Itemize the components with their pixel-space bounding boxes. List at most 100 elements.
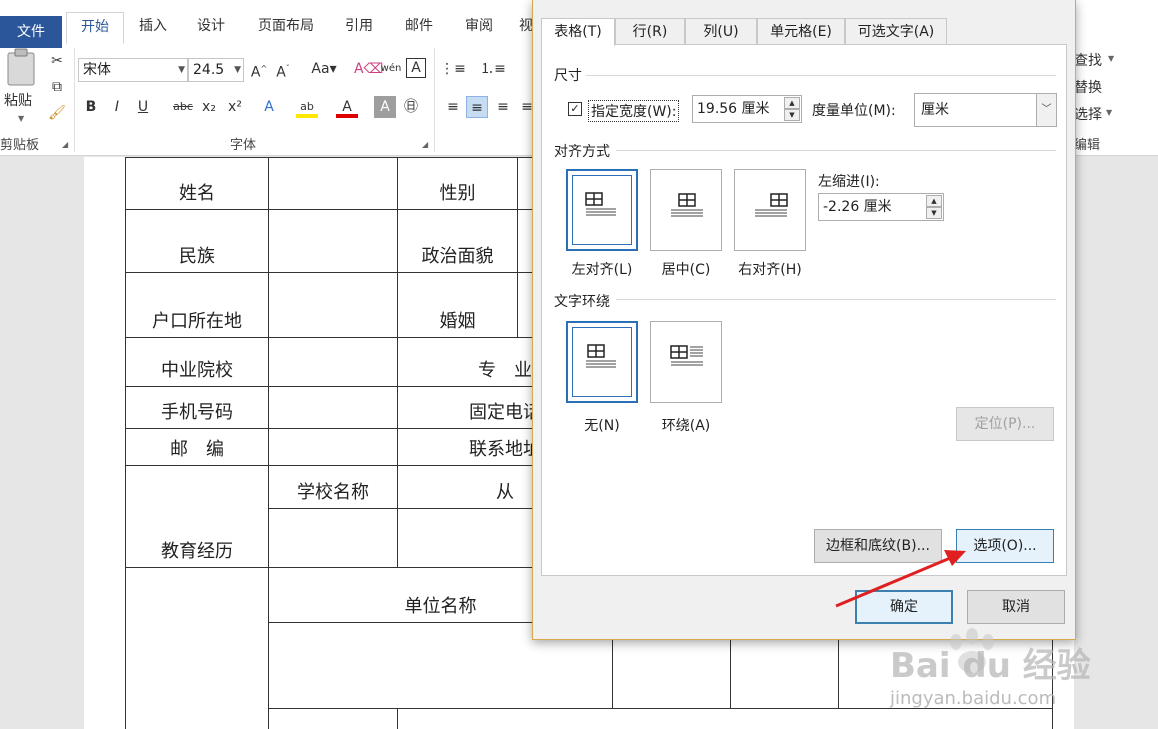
preferred-width-input[interactable]: 19.56 厘米 ▲ ▼ [692, 95, 802, 123]
tab-insert[interactable]: 插入 [128, 12, 178, 40]
table-cell[interactable]: 民族 [125, 209, 269, 273]
tab-review[interactable]: 审阅 [454, 12, 504, 40]
table-cell[interactable] [268, 337, 398, 387]
table-cell[interactable]: 政治面貌 [397, 209, 518, 273]
measure-in-select[interactable]: 厘米 ﹀ [914, 93, 1057, 127]
text-effects-icon[interactable]: A [258, 96, 280, 118]
italic-icon[interactable]: I [106, 96, 128, 118]
section-divider [586, 75, 1056, 76]
subscript-icon[interactable]: x₂ [198, 96, 220, 118]
preferred-width-checkbox[interactable]: ✓ [568, 102, 582, 116]
character-shading-icon[interactable]: A [374, 96, 396, 118]
table-cell[interactable]: 邮 编 [125, 428, 269, 466]
enclose-characters-icon[interactable]: ㊐ [400, 96, 422, 118]
clipboard-icon [7, 48, 35, 86]
dialog-launcher-icon[interactable]: ◢ [422, 140, 428, 149]
ok-button[interactable]: 确定 [855, 590, 953, 624]
tab-column[interactable]: 列(U) [685, 18, 757, 45]
highlight-icon[interactable]: ab [296, 96, 318, 118]
table-cell[interactable]: 婚姻 [397, 272, 518, 338]
table-cell[interactable]: 性别 [397, 157, 518, 210]
tab-home[interactable]: 开始 [66, 12, 124, 44]
align-left-option[interactable] [566, 169, 638, 251]
tab-table[interactable]: 表格(T) [541, 18, 615, 46]
tab-layout[interactable]: 页面布局 [246, 12, 326, 40]
chevron-down-icon: ▼ [1108, 54, 1115, 63]
cancel-button[interactable]: 取消 [967, 590, 1065, 624]
spin-up-icon[interactable]: ▲ [926, 195, 942, 207]
indent-input[interactable]: -2.26 厘米 ▲ ▼ [818, 193, 944, 221]
wrapping-section-title: 文字环绕 [554, 294, 610, 310]
tab-mailings[interactable]: 邮件 [394, 12, 444, 40]
align-right-icon[interactable]: ≡ [492, 96, 514, 118]
bullets-icon[interactable]: ⋮≡ [440, 58, 466, 80]
tab-design[interactable]: 设计 [186, 12, 236, 40]
superscript-icon[interactable]: x² [224, 96, 246, 118]
select-button[interactable]: 选择 [1074, 104, 1102, 124]
align-center-icon[interactable]: ≡ [466, 96, 488, 118]
font-name-value: 宋体 [83, 62, 111, 78]
font-size-value: 24.5 [193, 62, 225, 78]
group-divider [74, 48, 75, 152]
indent-label: 左缩进(I): [818, 174, 880, 190]
tab-cell[interactable]: 单元格(E) [757, 18, 845, 45]
dialog-launcher-icon[interactable]: ◢ [62, 140, 68, 149]
strikethrough-icon[interactable]: abc [170, 96, 196, 118]
spin-down-icon[interactable]: ▼ [784, 109, 800, 121]
copy-icon[interactable]: ⧉ [46, 76, 68, 98]
find-button[interactable]: 查找 [1074, 50, 1102, 70]
grow-font-icon[interactable]: A^ [248, 58, 270, 81]
table-cell[interactable]: 中业院校 [125, 337, 269, 387]
chevron-down-icon: ▼ [178, 65, 185, 75]
font-size-combo[interactable]: 24.5 ▼ [188, 58, 244, 82]
tab-row[interactable]: 行(R) [615, 18, 685, 45]
table-cell[interactable] [268, 508, 398, 568]
table-cell[interactable]: 学校名称 [268, 465, 398, 509]
align-center-label: 居中(C) [661, 262, 711, 278]
font-name-combo[interactable]: 宋体 ▼ [78, 58, 188, 82]
chevron-down-icon: ﹀ [1036, 94, 1056, 126]
paste-label: 粘贴 [4, 93, 32, 109]
tab-file[interactable]: 文件 [0, 16, 62, 48]
format-painter-icon[interactable]: 🖌 [46, 102, 68, 124]
table-cell[interactable]: 姓名 [125, 157, 269, 210]
shrink-font-icon[interactable]: Aˇ [272, 58, 294, 81]
borders-shading-button[interactable]: 边框和底纹(B)... [814, 529, 942, 563]
align-left-icon[interactable]: ≡ [442, 96, 464, 118]
table-cell[interactable]: 手机号码 [125, 386, 269, 429]
editing-group-label: 编辑 [1074, 138, 1101, 153]
replace-button[interactable]: 替换 [1074, 77, 1102, 97]
wrap-around-option[interactable] [650, 321, 722, 403]
dialog-panel: 尺寸 ✓ 指定宽度(W): 19.56 厘米 ▲ ▼ 度量单位(M): 厘米 ﹀… [541, 44, 1067, 576]
table-cell[interactable] [268, 157, 398, 210]
positioning-button[interactable]: 定位(P)... [956, 407, 1054, 441]
align-center-option[interactable] [650, 169, 722, 251]
change-case-icon[interactable]: Aa▾ [306, 58, 342, 80]
table-cell[interactable] [268, 209, 398, 273]
wrap-none-option[interactable] [566, 321, 638, 403]
align-right-option[interactable] [734, 169, 806, 251]
table-cell[interactable]: 教育经历 [125, 465, 269, 568]
font-color-icon[interactable]: A [336, 96, 358, 118]
section-divider [616, 299, 1056, 300]
table-cell[interactable] [125, 567, 269, 729]
clear-formatting-icon[interactable]: A⌫ [354, 58, 383, 80]
numbering-icon[interactable]: ⒈≡ [480, 58, 506, 80]
cut-icon[interactable]: ✂ [46, 50, 68, 72]
table-cell[interactable] [268, 428, 398, 466]
bold-icon[interactable]: B [80, 96, 102, 118]
paste-button[interactable]: 粘贴 ▼ [2, 48, 42, 123]
options-button[interactable]: 选项(O)... [956, 529, 1054, 563]
table-cell[interactable]: 户口所在地 [125, 272, 269, 338]
table-cell[interactable] [268, 708, 398, 729]
tab-alt-text[interactable]: 可选文字(A) [845, 18, 947, 45]
phonetic-guide-icon[interactable]: wén [380, 58, 402, 80]
tab-references[interactable]: 引用 [334, 12, 384, 40]
table-cell[interactable] [268, 272, 398, 338]
spin-up-icon[interactable]: ▲ [784, 97, 800, 109]
spin-down-icon[interactable]: ▼ [926, 207, 942, 219]
table-cell[interactable] [268, 386, 398, 429]
underline-icon[interactable]: U [132, 96, 154, 118]
character-border-icon[interactable]: A [406, 58, 426, 78]
wrap-around-icon [670, 345, 703, 366]
